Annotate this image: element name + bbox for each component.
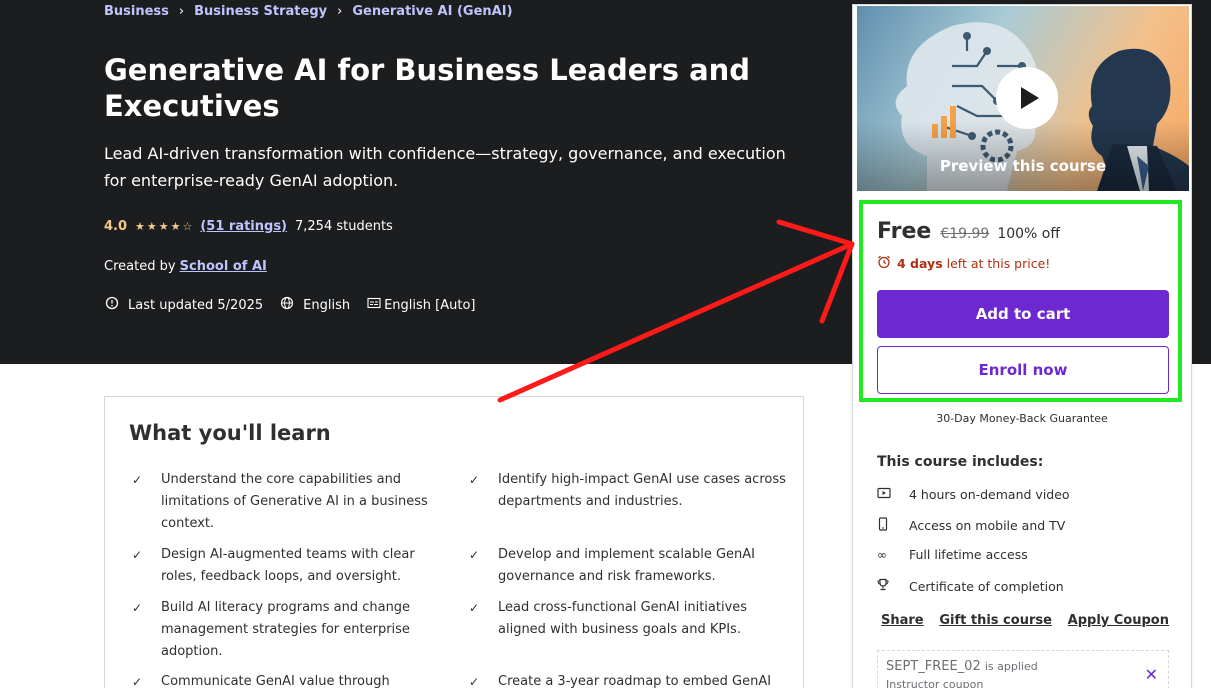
enroll-now-button[interactable]: Enroll now — [877, 346, 1169, 394]
preview-label[interactable]: Preview this course — [857, 157, 1189, 175]
timer-days: 4 days — [897, 256, 943, 271]
rating-value: 4.0 — [104, 219, 128, 234]
coupon-applied-text: is applied — [984, 660, 1038, 673]
learn-item-text: Communicate GenAI value through — [161, 674, 390, 688]
check-icon: ✓ — [132, 473, 143, 487]
alert-badge-icon — [104, 296, 120, 314]
list-item: ✓ Create a 3-year roadmap to embed GenAI… — [466, 671, 786, 688]
include-item: 4 hours on-demand video — [877, 487, 1070, 502]
list-item: ✓ Communicate GenAI value through — [129, 671, 449, 688]
check-icon: ✓ — [469, 675, 480, 688]
coupon-code: SEPT_FREE_02 — [886, 659, 981, 674]
infinity-icon: ∞ — [877, 547, 887, 562]
last-updated: Last updated 5/2025 — [104, 296, 263, 314]
check-icon: ✓ — [469, 601, 480, 615]
course-title: Generative AI for Business Leaders and E… — [104, 53, 751, 123]
globe-icon — [279, 296, 295, 314]
course-preview[interactable]: Preview this course — [857, 6, 1189, 191]
author-link[interactable]: School of AI — [180, 259, 267, 274]
last-updated-text: Last updated 5/2025 — [128, 297, 264, 313]
apply-coupon-link[interactable]: Apply Coupon — [1068, 613, 1169, 628]
video-icon — [877, 487, 909, 502]
list-item: ✓ Develop and implement scalable GenAI g… — [466, 544, 786, 588]
list-item: ✓ Build AI literacy programs and change … — [129, 597, 449, 663]
purchase-sidebar: Preview this course Free €19.99 100% off… — [852, 4, 1192, 688]
include-text: Full lifetime access — [909, 547, 1028, 562]
learn-item-text: Design AI-augmented teams with clear rol… — [161, 547, 415, 584]
list-item: ✓ Identify high-impact GenAI use cases a… — [466, 469, 786, 513]
list-item: ✓ Design AI-augmented teams with clear r… — [129, 544, 449, 588]
coupon-type: Instructor coupon — [886, 678, 984, 688]
timer-text: left at this price! — [946, 256, 1051, 271]
learn-item-text: Develop and implement scalable GenAI gov… — [498, 547, 756, 584]
course-subtitle: Lead AI-driven transformation with confi… — [104, 144, 786, 190]
learn-item-text: Build AI literacy programs and change ma… — [161, 600, 411, 659]
created-by-label: Created by — [104, 259, 176, 274]
language: English — [279, 296, 350, 314]
learn-item-text: Understand the core capabilities and lim… — [161, 472, 428, 531]
check-icon: ✓ — [132, 548, 143, 562]
preview-shade — [857, 121, 1189, 191]
gift-course-link[interactable]: Gift this course — [939, 613, 1052, 628]
breadcrumb: Business › Business Strategy › Generativ… — [104, 4, 513, 19]
captions-text: English [Auto] — [384, 297, 476, 313]
student-count: 7,254 students — [295, 219, 393, 234]
mobile-icon — [877, 517, 909, 534]
play-icon[interactable] — [996, 67, 1058, 129]
money-back-guarantee: 30-Day Money-Back Guarantee — [936, 412, 1108, 425]
discount-percent: 100% off — [997, 226, 1060, 242]
learn-title: What you'll learn — [129, 421, 331, 445]
captions: English [Auto] — [366, 297, 476, 313]
alarm-clock-icon — [877, 255, 891, 272]
chevron-right-icon: › — [178, 4, 185, 19]
created-by: Created by School of AI — [104, 259, 267, 274]
coupon-code-row: SEPT_FREE_02 is applied — [886, 659, 1160, 674]
course-meta: Last updated 5/2025 English English [Aut… — [104, 296, 492, 314]
learn-item-text: Lead cross-functional GenAI initiatives … — [498, 600, 748, 637]
include-text: Access on mobile and TV — [909, 518, 1066, 533]
list-item: ✓ Understand the core capabilities and l… — [129, 469, 449, 535]
language-text: English — [303, 297, 351, 313]
breadcrumb-business-strategy[interactable]: Business Strategy — [194, 4, 327, 19]
price-row: Free €19.99 100% off — [877, 219, 1060, 244]
breadcrumb-business[interactable]: Business — [104, 4, 169, 19]
price-timer: 4 days left at this price! — [877, 255, 1050, 272]
ratings-link[interactable]: (51 ratings) — [200, 219, 287, 234]
add-to-cart-button[interactable]: Add to cart — [877, 290, 1169, 338]
captions-icon — [366, 297, 382, 313]
list-item: ✓ Lead cross-functional GenAI initiative… — [466, 597, 786, 641]
chevron-right-icon: › — [337, 4, 343, 19]
includes-title: This course includes: — [877, 454, 1044, 470]
check-icon: ✓ — [132, 601, 143, 615]
original-price: €19.99 — [940, 226, 990, 242]
learn-item-text: Identify high-impact GenAI use cases acr… — [498, 472, 786, 509]
trophy-icon — [877, 578, 909, 594]
current-price: Free — [877, 219, 932, 244]
check-icon: ✓ — [469, 473, 480, 487]
include-item: Certificate of completion — [877, 578, 1064, 594]
check-icon: ✓ — [469, 548, 480, 562]
include-text: Certificate of completion — [909, 578, 1064, 594]
remove-coupon-icon[interactable]: ✕ — [1145, 665, 1158, 684]
check-icon: ✓ — [132, 675, 143, 688]
breadcrumb-genai[interactable]: Generative AI (GenAI) — [352, 4, 512, 19]
rating-row: 4.0 ★★★★☆ (51 ratings) 7,254 students — [104, 219, 393, 234]
include-item: Access on mobile and TV — [877, 517, 1065, 534]
star-rating-icon: ★★★★☆ — [135, 220, 195, 233]
sidebar-links: Share Gift this course Apply Coupon — [881, 613, 1169, 628]
include-text: 4 hours on-demand video — [909, 487, 1070, 502]
include-item: ∞ Full lifetime access — [877, 547, 1028, 562]
what-youll-learn: What you'll learn ✓ Understand the core … — [104, 396, 804, 688]
learn-item-text: Create a 3-year roadmap to embed GenAI i… — [498, 674, 772, 688]
applied-coupon: SEPT_FREE_02 is applied Instructor coupo… — [877, 650, 1169, 688]
share-link[interactable]: Share — [881, 613, 924, 628]
